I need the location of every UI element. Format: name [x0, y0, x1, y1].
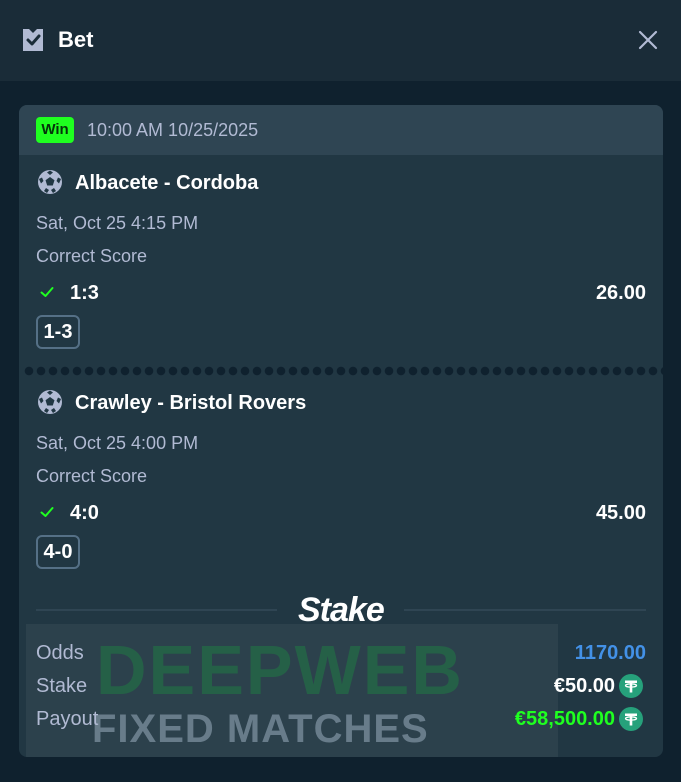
watermark-line-2: FIXED MATCHES [92, 707, 429, 751]
score-chip: 4-0 [36, 535, 80, 569]
match-date: Sat, Oct 25 4:00 PM [36, 433, 199, 453]
footer-divider-right [404, 609, 646, 611]
market-name: Correct Score [36, 466, 148, 486]
status-badge: Win [36, 117, 74, 143]
stake-label: Stake [36, 675, 88, 697]
selection-pick: 1:3 [70, 282, 99, 304]
bet-header: Bet [0, 0, 681, 81]
tether-coin-icon [619, 707, 643, 731]
check-icon [40, 287, 54, 297]
selection-odds: 45.00 [595, 502, 646, 524]
bet-placed-time: 10:00 AM 10/25/2025 [87, 120, 259, 140]
selection-odds: 26.00 [595, 282, 646, 304]
bet-card: Win 10:00 AM 10/25/2025 Albacete - Cordo… [19, 105, 663, 757]
market-name: Correct Score [36, 246, 148, 266]
odds-total-value: 1170.00 [574, 642, 646, 664]
match-name[interactable]: Crawley - Bristol Rovers [75, 391, 306, 415]
payout-value: €58,500.00 [514, 708, 615, 730]
odds-label: Odds [36, 642, 84, 664]
watermark-line-1: DEEPWEB [96, 631, 464, 709]
soccer-ball-icon [38, 170, 62, 194]
stake-value: €50.00 [553, 675, 615, 697]
tether-coin-icon [619, 674, 643, 698]
selection-pick: 4:0 [70, 502, 99, 524]
soccer-ball-icon [38, 390, 62, 414]
page-title: Bet [58, 27, 94, 52]
dotted-divider [23, 366, 663, 376]
watermark: DEEPWEB FIXED MATCHES [26, 624, 558, 757]
bet-slip-icon [23, 29, 43, 51]
close-icon[interactable] [636, 28, 660, 52]
score-chip: 1-3 [36, 315, 80, 349]
match-date: Sat, Oct 25 4:15 PM [36, 213, 199, 233]
check-icon [40, 507, 54, 517]
bet-card-header: Win 10:00 AM 10/25/2025 [19, 105, 663, 155]
match-name[interactable]: Albacete - Cordoba [75, 171, 258, 195]
payout-label: Payout [36, 708, 99, 730]
footer-divider-left [36, 609, 277, 611]
